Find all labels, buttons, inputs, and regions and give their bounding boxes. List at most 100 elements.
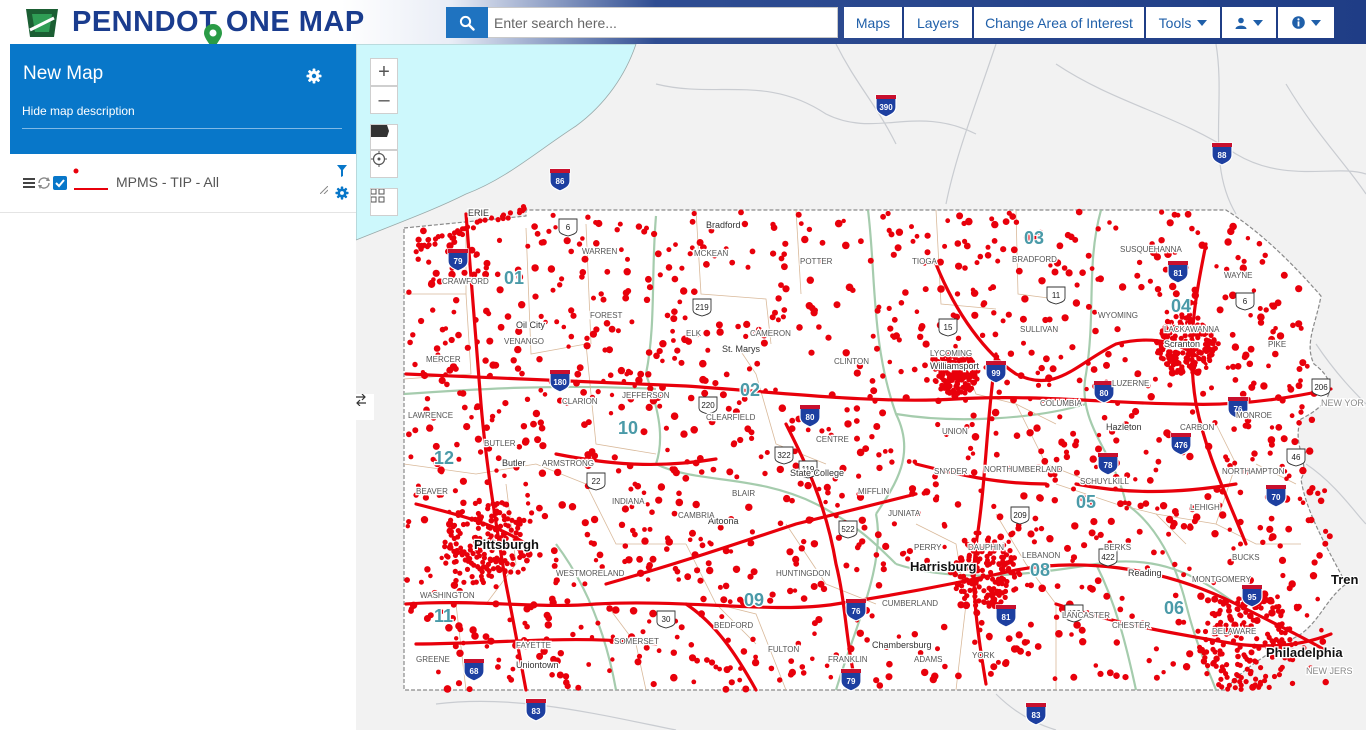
change-aoi-button[interactable]: Change Area of Interest bbox=[974, 7, 1146, 38]
panel-toggle-button[interactable] bbox=[356, 394, 374, 420]
us-route-shield-label: 522 bbox=[841, 525, 855, 534]
project-point bbox=[614, 227, 620, 233]
project-point bbox=[537, 552, 543, 558]
project-point bbox=[1055, 630, 1063, 638]
project-point bbox=[1299, 359, 1307, 367]
project-point bbox=[1306, 488, 1314, 496]
refresh-icon[interactable] bbox=[37, 177, 51, 189]
project-point bbox=[1215, 637, 1221, 643]
project-point bbox=[484, 566, 490, 572]
drag-handle-icon[interactable] bbox=[23, 178, 35, 188]
city-label: NEW YOR bbox=[1321, 398, 1364, 408]
us-route-shield-label: 206 bbox=[1314, 383, 1328, 392]
layer-visibility-checkbox[interactable] bbox=[53, 176, 67, 190]
hide-description-link[interactable]: Hide map description bbox=[22, 104, 135, 118]
project-point bbox=[464, 566, 471, 573]
gear-icon[interactable] bbox=[306, 68, 322, 84]
project-point bbox=[1020, 492, 1028, 500]
project-point bbox=[1275, 394, 1282, 401]
project-point bbox=[1291, 438, 1299, 446]
project-point bbox=[1247, 345, 1255, 353]
project-point bbox=[775, 317, 781, 323]
project-point bbox=[1134, 371, 1140, 378]
layer-settings-gear-icon[interactable] bbox=[335, 186, 349, 200]
project-point bbox=[995, 659, 1001, 665]
project-point bbox=[1038, 364, 1045, 372]
fullscreen-button[interactable] bbox=[370, 124, 398, 150]
project-point bbox=[480, 559, 486, 565]
project-point bbox=[1151, 549, 1157, 556]
project-point bbox=[473, 405, 479, 411]
project-point bbox=[942, 243, 948, 249]
project-point bbox=[479, 569, 485, 575]
project-point bbox=[873, 552, 880, 558]
project-point bbox=[443, 685, 452, 693]
search-input[interactable] bbox=[488, 7, 838, 38]
county-label: NORTHAMPTON bbox=[1222, 467, 1285, 476]
project-point bbox=[979, 567, 986, 574]
project-point bbox=[470, 225, 476, 231]
project-point bbox=[1260, 539, 1266, 545]
app-logo[interactable]: PENNDOT ONE MAP bbox=[22, 4, 364, 49]
project-point bbox=[1213, 663, 1219, 669]
project-point bbox=[1289, 680, 1296, 687]
project-point bbox=[489, 361, 497, 369]
project-point bbox=[1156, 437, 1162, 443]
maps-button[interactable]: Maps bbox=[844, 7, 904, 38]
project-point bbox=[770, 250, 777, 257]
project-point bbox=[1234, 672, 1240, 678]
map-view[interactable]: 79 86 390 88 81 80 180 99 76 476 78 70 68 83 81 83 79 80 7… bbox=[356, 44, 1366, 730]
project-point bbox=[549, 672, 555, 678]
zoom-out-button[interactable]: – bbox=[370, 86, 398, 114]
project-point bbox=[1074, 282, 1080, 288]
county-label: PERRY bbox=[914, 543, 942, 552]
project-point bbox=[610, 657, 615, 662]
project-point bbox=[1298, 325, 1304, 331]
project-point bbox=[1006, 539, 1011, 544]
project-point bbox=[929, 675, 937, 684]
user-dropdown[interactable] bbox=[1222, 7, 1278, 38]
project-point bbox=[1070, 554, 1078, 561]
project-point bbox=[538, 387, 544, 393]
project-point bbox=[853, 405, 861, 412]
search-button[interactable] bbox=[446, 7, 488, 38]
project-point bbox=[1257, 306, 1263, 311]
project-point bbox=[459, 231, 466, 238]
zoom-in-button[interactable]: + bbox=[370, 58, 398, 86]
project-point bbox=[525, 501, 531, 506]
filter-icon[interactable] bbox=[337, 165, 347, 177]
project-point bbox=[732, 565, 741, 573]
info-dropdown[interactable] bbox=[1278, 7, 1334, 38]
resize-icon[interactable] bbox=[320, 186, 328, 194]
project-point bbox=[763, 388, 768, 393]
county-label: FOREST bbox=[590, 311, 623, 320]
project-point bbox=[636, 555, 643, 563]
map-canvas[interactable]: 7986390888180180997647678706883818379807… bbox=[356, 44, 1366, 730]
basemap-gallery-button[interactable] bbox=[370, 188, 398, 216]
project-point bbox=[1079, 584, 1085, 590]
project-point bbox=[1187, 524, 1194, 531]
project-point bbox=[717, 584, 723, 590]
project-point bbox=[561, 324, 567, 330]
project-point bbox=[426, 259, 432, 265]
project-point bbox=[730, 441, 737, 448]
project-point bbox=[937, 285, 945, 293]
project-point bbox=[1097, 531, 1104, 538]
project-point bbox=[1015, 267, 1023, 275]
tools-dropdown[interactable]: Tools bbox=[1146, 7, 1222, 38]
interstate-shield-label: 95 bbox=[1248, 593, 1257, 602]
layers-button[interactable]: Layers bbox=[904, 7, 974, 38]
project-point bbox=[521, 566, 526, 572]
project-point bbox=[798, 545, 805, 552]
project-point bbox=[869, 434, 875, 440]
project-point bbox=[1229, 291, 1237, 300]
locate-button[interactable] bbox=[370, 150, 398, 178]
project-point bbox=[1227, 527, 1232, 532]
project-point bbox=[649, 609, 657, 618]
project-point bbox=[749, 529, 755, 535]
project-point bbox=[670, 649, 677, 656]
county-label: DELAWARE bbox=[1212, 627, 1256, 636]
project-point bbox=[659, 384, 666, 391]
project-point bbox=[671, 275, 679, 283]
project-point bbox=[990, 559, 996, 565]
